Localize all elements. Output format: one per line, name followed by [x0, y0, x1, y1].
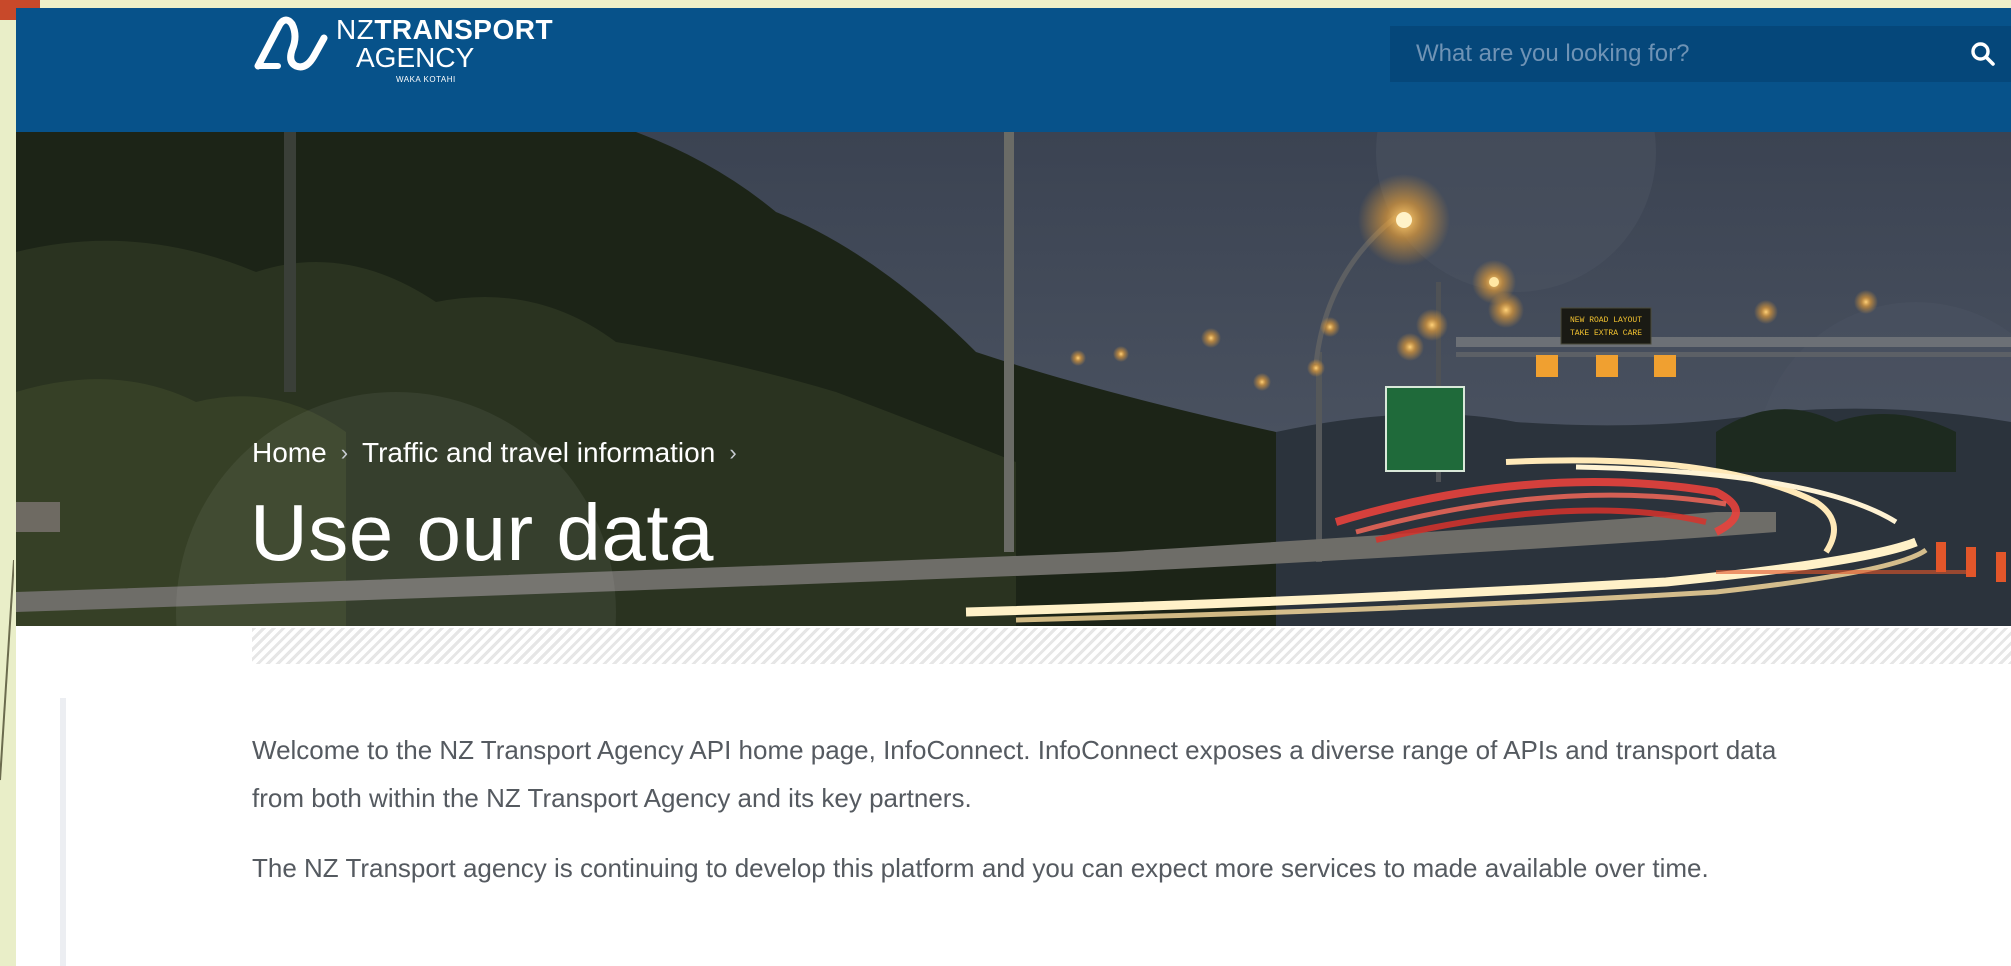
logo-agency: AGENCY	[356, 42, 475, 73]
content-card: Welcome to the NZ Transport Agency API h…	[60, 628, 2011, 966]
side-panel	[60, 698, 66, 966]
nzta-logo-icon	[254, 16, 328, 71]
hero-sign-line2: TAKE EXTRA CARE	[1570, 329, 1642, 338]
logo-main: TRANSPORT	[374, 14, 554, 45]
search-icon	[1971, 42, 1995, 66]
breadcrumb-separator: ›	[729, 440, 737, 465]
logo-wordmark: NZTRANSPORT AGENCY WAKA KOTAHI	[336, 16, 553, 84]
logo-maori-name: WAKA KOTAHI	[396, 75, 456, 84]
site-logo[interactable]: NZTRANSPORT AGENCY WAKA KOTAHI	[252, 16, 553, 84]
search-button[interactable]	[1955, 26, 2011, 82]
intro-paragraph: Welcome to the NZ Transport Agency API h…	[252, 735, 1777, 813]
breadcrumb-traffic-travel[interactable]: Traffic and travel information	[362, 437, 715, 469]
logo-prefix: NZ	[336, 14, 375, 45]
search-input[interactable]	[1390, 39, 1955, 69]
intro-content: Welcome to the NZ Transport Agency API h…	[252, 726, 1812, 914]
breadcrumb-separator: ›	[340, 440, 349, 465]
browser-page: NZTRANSPORT AGENCY WAKA KOTAHI What are …	[16, 8, 2011, 966]
page-title: Use our data	[250, 488, 715, 577]
hero-edge	[16, 502, 60, 532]
hatched-divider	[252, 628, 2011, 664]
breadcrumb-home[interactable]: Home	[252, 437, 327, 469]
slide-frame-line	[0, 560, 14, 966]
site-search	[1390, 26, 2011, 82]
hero-sign-line1: NEW ROAD LAYOUT	[1570, 316, 1642, 325]
site-header: NZTRANSPORT AGENCY WAKA KOTAHI	[16, 8, 2011, 132]
hero-banner: NEW ROAD LAYOUT TAKE EXTRA CARE Home › T…	[16, 132, 2011, 626]
breadcrumb: Home › Traffic and travel information ›	[252, 437, 751, 469]
intro-paragraph: The NZ Transport agency is continuing to…	[252, 853, 1709, 883]
